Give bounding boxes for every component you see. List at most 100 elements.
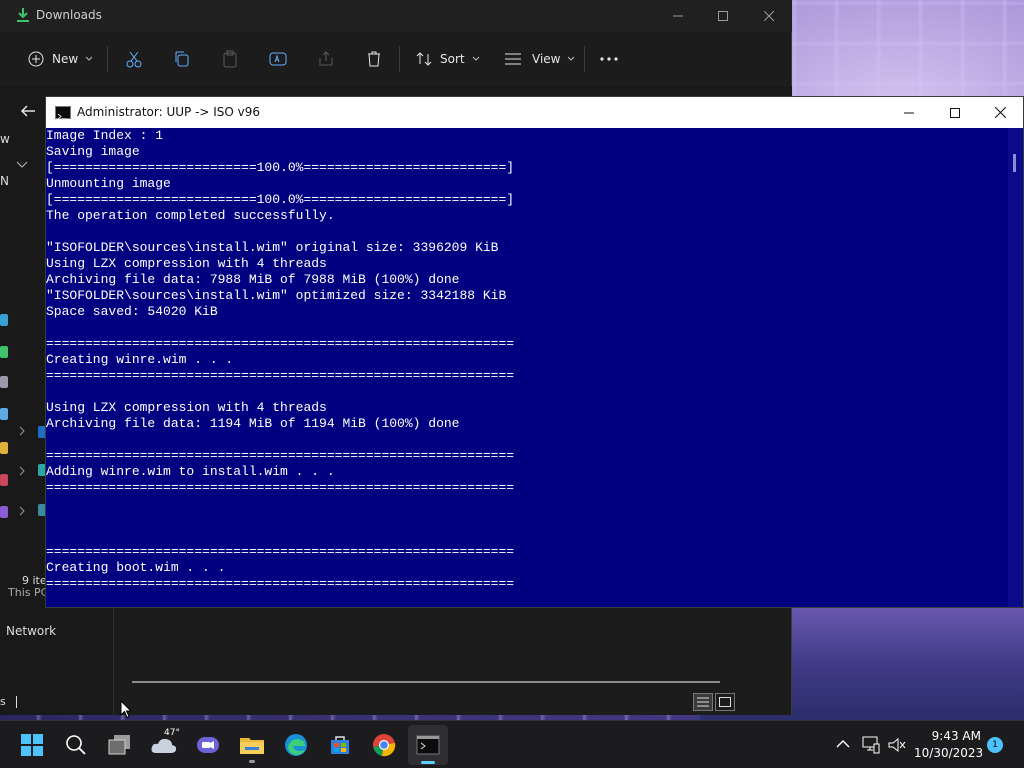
- console-close-button[interactable]: [977, 97, 1023, 128]
- minimize-icon: [904, 112, 914, 113]
- chrome-button[interactable]: [364, 725, 404, 765]
- notification-badge[interactable]: 1: [987, 737, 1003, 753]
- chevron-down-icon: [85, 56, 93, 61]
- folder-icon: [0, 314, 8, 326]
- close-icon: [764, 11, 774, 21]
- console-minimize-button[interactable]: [886, 97, 932, 128]
- edge-icon: [285, 734, 307, 756]
- console-line: Creating winre.wim . . .: [46, 352, 234, 367]
- scissors-icon: [126, 51, 142, 68]
- minimize-icon: [673, 15, 683, 17]
- console-line: ========================================…: [46, 480, 515, 495]
- video-icon: [0, 506, 8, 518]
- delete-button[interactable]: [364, 38, 384, 80]
- console-line: ========================================…: [46, 576, 515, 591]
- text-caret: [16, 696, 17, 708]
- file-explorer-taskbar-button[interactable]: [232, 725, 272, 765]
- clock-time[interactable]: 9:43 AM: [920, 729, 981, 743]
- sort-label: Sort: [440, 52, 465, 66]
- console-output[interactable]: Image Index : 1 Saving image [============…: [46, 128, 1008, 607]
- sort-button[interactable]: Sort: [416, 38, 481, 80]
- console-line: Archiving file data: 1194 MiB of 1194 Mi…: [46, 416, 460, 431]
- horizontal-scrollbar[interactable]: [132, 681, 720, 683]
- network-icon[interactable]: [862, 736, 880, 754]
- console-line: [==========================100.0%=======…: [46, 192, 515, 207]
- console-titlebar[interactable]: Administrator: UUP -> ISO v96: [46, 97, 1023, 128]
- new-label: New: [52, 52, 79, 66]
- sidebar-item-network[interactable]: Network: [6, 624, 56, 638]
- sidebar-fragment-w: w: [0, 132, 10, 146]
- chevron-right-icon[interactable]: [18, 466, 26, 476]
- volume-muted-icon[interactable]: [888, 737, 906, 753]
- edge-button[interactable]: [276, 725, 316, 765]
- rename-icon: [269, 52, 287, 66]
- more-options-button[interactable]: [600, 38, 618, 80]
- store-button[interactable]: [320, 725, 360, 765]
- explorer-titlebar[interactable]: Downloads: [0, 0, 792, 32]
- windows-logo-icon: [21, 734, 43, 756]
- console-title: Administrator: UUP -> ISO v96: [77, 105, 261, 119]
- minimize-button[interactable]: [655, 0, 701, 32]
- view-button[interactable]: View: [504, 38, 576, 80]
- console-line: Image Index : 1: [46, 128, 164, 143]
- chevron-down-icon: [568, 56, 575, 61]
- widgets-button[interactable]: 47°: [144, 725, 184, 765]
- view-list-icon: [505, 53, 521, 65]
- pictures-icon: [0, 408, 8, 420]
- explorer-title: Downloads: [36, 8, 102, 22]
- new-button[interactable]: New: [28, 38, 94, 80]
- search-button[interactable]: [56, 725, 96, 765]
- cut-button[interactable]: [124, 38, 144, 80]
- sort-icon: [416, 52, 432, 66]
- sidebar-item-this-pc[interactable]: This PC: [8, 586, 48, 599]
- teams-button[interactable]: [188, 725, 228, 765]
- active-indicator: [421, 761, 435, 764]
- copy-button[interactable]: [172, 38, 192, 80]
- console-scrollbar[interactable]: [1008, 128, 1023, 607]
- document-icon: [0, 376, 8, 388]
- console-line: [==========================100.0%=======…: [46, 160, 515, 175]
- terminal-icon: [416, 735, 440, 755]
- scrollbar-thumb[interactable]: [1013, 154, 1016, 172]
- download-icon: [0, 346, 8, 358]
- console-window[interactable]: Administrator: UUP -> ISO v96 Image Inde…: [45, 96, 1024, 608]
- sidebar-fragment-n: N: [0, 174, 9, 188]
- console-line: Adding winre.wim to install.wim . . .: [46, 464, 335, 479]
- maximize-icon: [718, 11, 728, 21]
- task-view-button[interactable]: [100, 725, 140, 765]
- status-fragment: s: [0, 695, 6, 708]
- rename-button[interactable]: [268, 38, 288, 80]
- share-button[interactable]: [316, 38, 336, 80]
- console-maximize-button[interactable]: [932, 97, 978, 128]
- share-icon: [319, 51, 333, 66]
- terminal-button[interactable]: [408, 725, 448, 765]
- running-indicator: [249, 760, 255, 763]
- back-arrow-icon[interactable]: [20, 104, 36, 118]
- console-line: The operation completed successfully.: [46, 208, 335, 223]
- weather-temperature: 47°: [164, 728, 180, 738]
- folder-icon: [240, 738, 264, 754]
- more-icon: [600, 57, 618, 61]
- chrome-icon: [373, 734, 396, 757]
- clock-date[interactable]: 10/30/2023: [914, 746, 983, 760]
- details-view-button[interactable]: [693, 693, 713, 711]
- console-line: Saving image: [46, 144, 140, 159]
- copy-icon: [175, 51, 189, 67]
- chevron-down-icon[interactable]: [16, 160, 28, 170]
- start-button[interactable]: [12, 725, 52, 765]
- chevron-up-icon[interactable]: [836, 739, 850, 749]
- maximize-button[interactable]: [700, 0, 746, 32]
- close-icon: [994, 107, 1006, 118]
- paste-button[interactable]: [220, 38, 240, 80]
- mouse-cursor-icon: [120, 700, 132, 719]
- close-button[interactable]: [746, 0, 792, 32]
- tiles-view-button[interactable]: [715, 693, 735, 711]
- chevron-right-icon[interactable]: [18, 506, 26, 516]
- chevron-right-icon[interactable]: [18, 426, 26, 436]
- search-icon: [66, 735, 86, 755]
- cmd-icon: [55, 106, 71, 120]
